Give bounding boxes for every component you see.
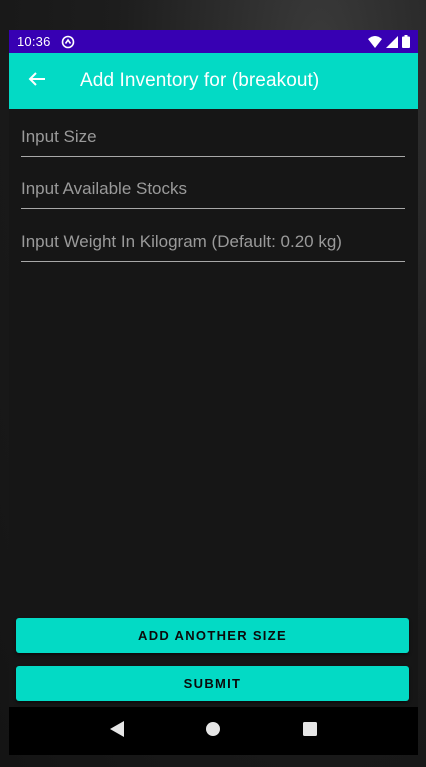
add-another-size-button[interactable]: ADD ANOTHER SIZE [16,618,409,653]
nav-home-button[interactable] [193,711,233,751]
status-time: 10:36 [17,34,51,49]
status-bar: 10:36 [9,30,418,53]
nav-home-icon [205,721,221,742]
app-bar: Add Inventory for (breakout) [9,53,418,109]
nav-back-button[interactable] [97,711,137,751]
size-input[interactable] [21,121,405,157]
nav-recents-button[interactable] [290,711,330,751]
navigation-bar [9,707,418,755]
screen: 10:36 Add Inventory for (breakout) Input… [9,30,418,755]
sync-status-icon [61,35,75,49]
device-frame: 10:36 Add Inventory for (breakout) Input… [0,0,426,767]
stocks-input[interactable] [21,173,405,209]
wifi-icon [368,35,382,48]
nav-recents-icon [302,721,317,741]
page-title: Add Inventory for (breakout) [80,70,320,91]
arrow-back-icon [28,70,46,93]
status-icons [368,35,410,48]
signal-icon [386,35,398,48]
submit-button[interactable]: SUBMIT [16,666,409,701]
weight-input[interactable] [21,226,405,262]
back-button[interactable] [9,53,65,109]
nav-back-icon [110,720,125,742]
battery-icon [402,35,410,48]
